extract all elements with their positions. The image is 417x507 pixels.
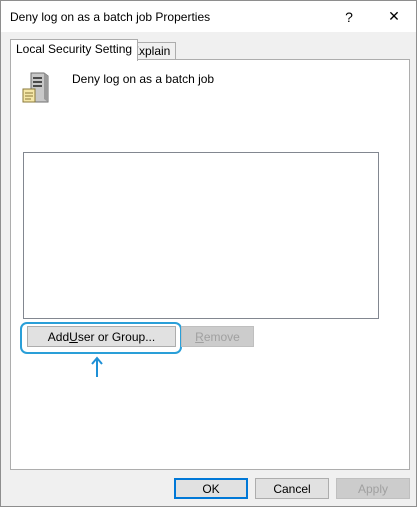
tab-local-security-setting[interactable]: Local Security Setting <box>10 39 139 61</box>
title-bar: Deny log on as a batch job Properties ? … <box>1 1 416 32</box>
tab-panel: Deny log on as a batch job Add User or G… <box>10 59 410 470</box>
window-title: Deny log on as a batch job Properties <box>10 10 211 24</box>
arrow-up-icon <box>91 356 103 377</box>
add-button-prefix: Add <box>47 329 70 344</box>
cancel-button[interactable]: Cancel <box>255 478 329 499</box>
ok-button[interactable]: OK <box>174 478 248 499</box>
properties-dialog: Deny log on as a batch job Properties ? … <box>0 0 417 507</box>
accounts-listbox[interactable] <box>23 152 379 319</box>
add-button-suffix: ser or Group... <box>77 329 156 344</box>
apply-button[interactable]: Apply <box>336 478 410 499</box>
help-button[interactable]: ? <box>327 1 371 32</box>
server-icon <box>22 72 49 103</box>
remove-button[interactable]: Remove <box>181 326 254 347</box>
remove-button-mnemonic: R <box>195 329 204 344</box>
add-button-mnemonic: U <box>69 329 78 344</box>
add-user-or-group-button[interactable]: Add User or Group... <box>27 326 176 347</box>
remove-button-suffix: emove <box>203 329 240 344</box>
close-button[interactable]: ✕ <box>372 1 416 32</box>
policy-title: Deny log on as a batch job <box>72 72 215 86</box>
